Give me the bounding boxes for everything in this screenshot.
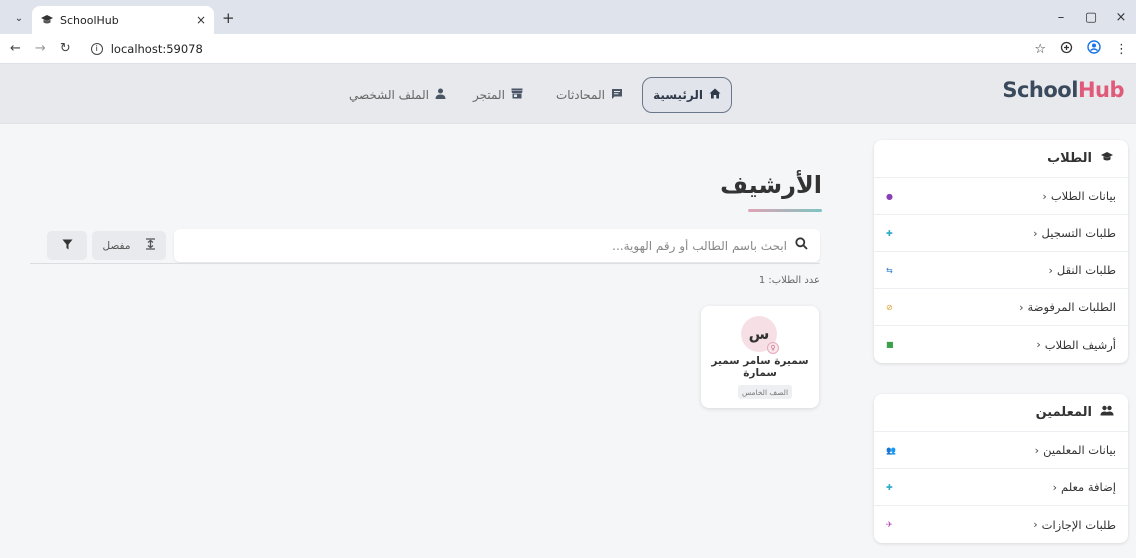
chevron-left-icon: ‹ [1033,226,1038,240]
filter-icon [62,239,73,253]
minimize-button[interactable]: – [1046,10,1076,25]
search-icon[interactable] [795,237,808,254]
chevron-left-icon: ‹ [1042,189,1047,203]
new-tab-button[interactable]: + [222,9,235,27]
nav-profile[interactable]: الملف الشخصي [349,77,446,113]
student-name: سميرة سامر سمير سمارة [711,355,809,379]
student-count: عدد الطلاب: 1 [758,275,820,286]
sidebar-item-rejected-requests[interactable]: ⊘ الطلبات المرفوضة ‹ [874,289,1128,326]
add-teacher-icon: ✚ [886,482,893,492]
site-info-icon[interactable]: i [90,42,103,55]
archive-icon: ■ [886,340,894,349]
chevron-left-icon: ‹ [1034,443,1040,457]
sidebar-item-label: الطلبات المرفوضة [1027,300,1116,314]
url-text: localhost:59078 [110,41,203,56]
sidebar-item-label: طلبات النقل [1056,263,1116,277]
person-icon [435,88,446,102]
home-icon [709,88,721,102]
address-bar: ← → ↻ i localhost:59078 ☆ ⋮ [0,34,1136,64]
sidebar-item-add-teacher[interactable]: ✚ إضافة معلم ‹ [874,469,1128,506]
window-controls: – ▢ × [1046,0,1136,34]
sidebar-item-student-archive[interactable]: ■ أرشيف الطلاب ‹ [874,326,1128,363]
graduation-cap-favicon-icon [40,13,54,27]
student-card[interactable]: س ♀ سميرة سامر سمير سمارة الصف الخامس [701,306,819,408]
expand-vertical-icon [145,238,156,253]
grade-badge: الصف الخامس [738,385,792,399]
sidebar-teachers-header[interactable]: المعلمين [874,394,1128,432]
nav-store-label: المتجر [473,88,505,102]
leave-icon: ✈ [886,520,893,529]
sidebar-item-label: إضافة معلم [1061,480,1116,494]
sidebar-item-label: طلبات الإجازات [1041,517,1116,532]
title-underline [748,209,822,212]
close-window-button[interactable]: × [1106,10,1136,25]
female-icon: ♀ [767,342,779,354]
sidebar-students-title: الطلاب [1047,151,1092,166]
sidebar-item-label: طلبات التسجيل [1041,226,1116,240]
sidebar-students-header[interactable]: الطلاب [874,140,1128,178]
detail-view-button[interactable]: مفصل [92,231,166,260]
restore-button[interactable]: ▢ [1076,10,1106,25]
extensions-icon[interactable] [1060,41,1073,58]
avatar: س ♀ [741,316,779,354]
nav-home-label: الرئيسية [653,88,703,102]
nav-chats[interactable]: المحادثات [556,77,623,113]
chevron-left-icon: ‹ [1036,338,1041,351]
sidebar-item-label: بيانات المعلمين [1043,443,1116,457]
teacher-data-icon: 👥 [886,445,896,455]
search-box [174,229,820,262]
detail-view-label: مفصل [102,239,131,252]
menu-icon[interactable]: ⋮ [1115,42,1128,57]
sidebar-item-student-data[interactable]: ● بيانات الطلاب ‹ [874,178,1128,215]
sidebar-teachers-card: المعلمين 👥 بيانات المعلمين ‹ ✚ إضافة معلم… [874,394,1128,543]
nav-home[interactable]: الرئيسية [642,77,732,113]
chat-icon [611,88,623,103]
main-nav: الرئيسية المحادثات المتجر الملف الشخصي [0,77,1136,113]
people-icon [1100,405,1114,420]
tab-close-icon[interactable]: × [196,13,206,27]
sidebar-item-leave-requests[interactable]: ✈ طلبات الإجازات ‹ [874,506,1128,543]
nav-profile-label: الملف الشخصي [349,88,429,102]
tab-search-chevron-icon[interactable]: ⌄ [10,9,28,27]
sidebar-teachers-title: المعلمين [1035,405,1092,420]
sidebar-students-card: الطلاب ● بيانات الطلاب ‹ ✚ طلبات التسجيل ‹… [874,140,1128,363]
star-icon[interactable]: ☆ [1034,42,1046,57]
transfer-icon: ⇆ [886,265,893,275]
reload-icon[interactable]: ↻ [60,41,71,56]
tab-title: SchoolHub [60,13,119,27]
app-header: SchoolHub الرئيسية المحادثات المتجر المل… [0,64,1136,124]
student-data-icon: ● [886,191,893,201]
address-bar-actions: ☆ ⋮ [1034,34,1128,64]
chevron-left-icon: ‹ [1019,300,1024,314]
profile-icon[interactable] [1087,40,1101,58]
browser-tabbar: ⌄ SchoolHub × + – ▢ × [0,0,1136,34]
filter-button[interactable] [47,231,87,260]
chevron-left-icon: ‹ [1052,480,1058,494]
page-title: الأرشيف [720,171,822,199]
sidebar-item-label: أرشيف الطلاب [1044,337,1116,352]
url-field[interactable]: i localhost:59078 [90,41,203,56]
graduation-cap-icon [1100,151,1114,167]
registration-icon: ✚ [886,228,893,238]
back-arrow-icon[interactable]: ← [10,41,21,56]
forward-arrow-icon[interactable]: → [35,41,46,56]
sidebar-item-transfer-requests[interactable]: ⇆ طلبات النقل ‹ [874,252,1128,289]
rejected-icon: ⊘ [886,302,893,312]
sidebar-item-label: بيانات الطلاب [1050,189,1116,203]
sidebar-item-teacher-data[interactable]: 👥 بيانات المعلمين ‹ [874,432,1128,469]
avatar-initial: س [748,325,770,343]
nav-chats-label: المحادثات [556,88,605,102]
search-input[interactable] [227,238,787,253]
browser-tab[interactable]: SchoolHub × [32,6,214,34]
nav-store[interactable]: المتجر [473,77,523,113]
store-icon [511,88,523,102]
chevron-left-icon: ‹ [1033,518,1038,531]
sidebar-item-registration-requests[interactable]: ✚ طلبات التسجيل ‹ [874,215,1128,252]
chevron-left-icon: ‹ [1048,263,1053,277]
toolbar-divider [30,263,820,264]
